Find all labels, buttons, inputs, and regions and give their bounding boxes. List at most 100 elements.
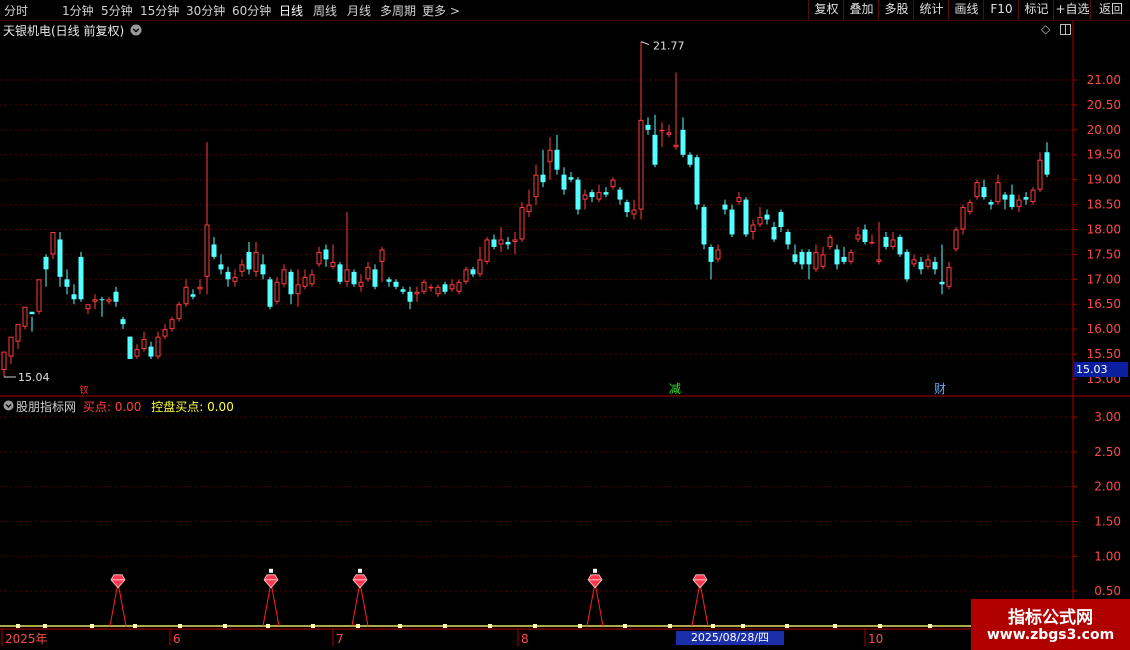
candle-body (1, 351, 7, 371)
candle (232, 269, 238, 287)
candle-body (547, 149, 553, 163)
watermark-logo: 指标公式网 www.zbgs3.com (971, 599, 1130, 650)
candle-body (372, 269, 378, 287)
candle-body (127, 336, 133, 360)
candle (813, 244, 819, 272)
toolbar-button[interactable]: 统计 (913, 0, 949, 20)
candle-body (15, 324, 21, 342)
candle-body (260, 264, 266, 275)
period-tab[interactable]: 多周期 (380, 2, 416, 19)
candle-body (603, 192, 609, 195)
gem-icon (692, 574, 708, 589)
candle (456, 279, 462, 295)
candle (785, 229, 791, 250)
candle-body (267, 279, 273, 307)
candle (127, 336, 133, 360)
candle-body (617, 189, 623, 200)
candle-body (505, 241, 511, 245)
candle-body (890, 239, 896, 247)
period-tab[interactable]: 5分钟 (101, 2, 133, 19)
candle (218, 254, 224, 275)
candle-body (351, 271, 357, 285)
period-tab[interactable]: 更多 > (422, 2, 460, 19)
watermark-title: 指标公式网 (1008, 608, 1093, 628)
candle-body (911, 259, 917, 265)
candle (36, 279, 42, 315)
candle-body (470, 269, 476, 275)
candle (148, 341, 154, 360)
candle-body (974, 182, 980, 198)
candle (344, 212, 350, 287)
toolbar-button[interactable]: +自选 (1053, 0, 1091, 20)
candle (351, 269, 357, 287)
candle-body (575, 179, 581, 210)
baseline-dot (833, 624, 837, 628)
candle (484, 236, 490, 265)
candle-body (449, 284, 455, 290)
candle (323, 244, 329, 267)
candle (547, 137, 553, 180)
candle-body (393, 281, 399, 287)
signal-spike (691, 582, 709, 627)
toolbar-button[interactable]: 标记 (1018, 0, 1054, 20)
candle-body (330, 261, 336, 267)
toolbar-button[interactable]: F10 (983, 0, 1019, 20)
indicator-chevron-icon[interactable] (3, 400, 14, 411)
date-axis-label: 2025年 (5, 632, 48, 646)
indicator-axis-label: 3.00 (1094, 410, 1121, 424)
candle (757, 207, 763, 227)
candle-body (274, 281, 280, 302)
candle (309, 269, 315, 287)
baseline-dot (133, 624, 137, 628)
chevron-down-icon[interactable] (130, 24, 142, 36)
candle-body (1009, 194, 1015, 208)
candle (43, 254, 49, 287)
baseline-dot (533, 624, 537, 628)
baseline-dot (311, 624, 315, 628)
candle-body (92, 299, 98, 302)
candle (659, 122, 665, 148)
period-tab[interactable]: 月线 (347, 2, 371, 19)
candle-body (50, 231, 56, 255)
toolbar-button[interactable]: 复权 (808, 0, 844, 20)
period-tab[interactable]: 1分钟 (62, 2, 94, 19)
period-tab[interactable]: 15分钟 (140, 2, 179, 19)
candle-body (197, 286, 203, 290)
candle-body (757, 217, 763, 225)
candle-body (477, 259, 483, 275)
panel-toggle-icon[interactable] (1060, 24, 1071, 38)
candle-body (736, 197, 742, 203)
candle-body (204, 224, 210, 277)
candle-body (99, 299, 105, 301)
diamond-icon[interactable]: ◇ (1041, 22, 1050, 36)
candle-body (827, 236, 833, 247)
period-tab[interactable]: 周线 (313, 2, 337, 19)
candle-body (29, 311, 35, 315)
candle (778, 209, 784, 232)
candle-body (764, 214, 770, 220)
period-tab[interactable]: 60分钟 (232, 2, 271, 19)
period-tab[interactable]: 分时 (4, 2, 28, 19)
candle-body (918, 261, 924, 270)
candle (764, 209, 770, 225)
candle-body (981, 187, 987, 198)
candle-body (484, 239, 490, 262)
candle-body (855, 234, 861, 240)
period-tab[interactable]: 日线 (279, 2, 303, 19)
gem-icon (263, 574, 279, 589)
stock-title: 天银机电(日线 前复权) (3, 22, 142, 39)
toolbar-button[interactable]: 叠加 (843, 0, 879, 20)
candle (897, 234, 903, 257)
candle-body (869, 241, 875, 244)
toolbar-button[interactable]: 返回 (1090, 0, 1130, 20)
candle (134, 344, 140, 360)
candle-body (43, 256, 49, 270)
period-tab[interactable]: 30分钟 (186, 2, 225, 19)
candle (267, 276, 273, 310)
baseline-dot (741, 624, 745, 628)
candle (106, 296, 112, 305)
toolbar-button[interactable]: 多股 (878, 0, 914, 20)
toolbar-button[interactable]: 画线 (948, 0, 984, 20)
candle-body (386, 279, 392, 282)
chart-area[interactable]: 21.00 20.50 20.00 19.50 19.00 18.50 18.00 17.50… (0, 20, 1130, 650)
